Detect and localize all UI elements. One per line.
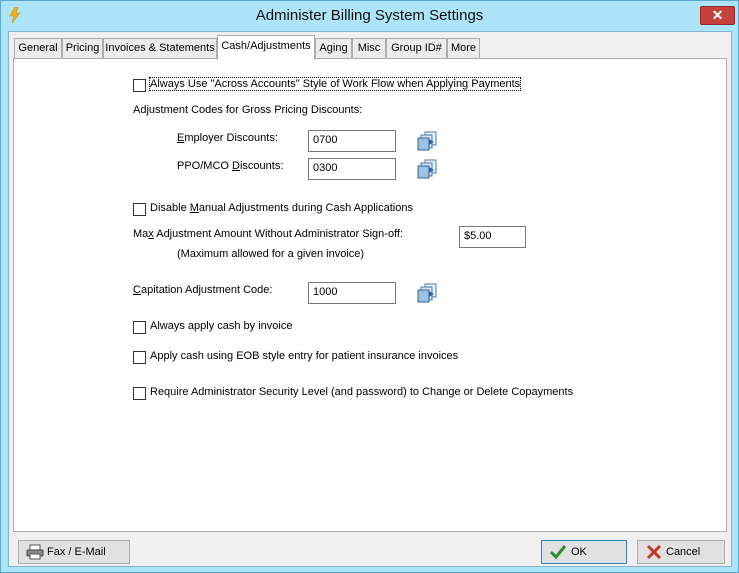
across-accounts-label[interactable]: Always Use "Across Accounts" Style of Wo… [148,77,522,91]
ppo-discounts-input[interactable]: 0300 [308,158,396,180]
lookup-icon[interactable] [417,130,439,152]
disable-manual-label[interactable]: Disable Manual Adjustments during Cash A… [150,202,413,214]
lookup-icon[interactable] [417,282,439,304]
ok-label: OK [571,546,587,558]
tab-general[interactable]: General [14,38,62,59]
apply-by-invoice-label[interactable]: Always apply cash by invoice [150,320,292,332]
printer-icon [26,544,44,560]
across-accounts-checkbox[interactable] [133,79,146,92]
capitation-label: Capitation Adjustment Code: [133,284,273,296]
tab-invoices-statements[interactable]: Invoices & Statements [103,38,217,59]
apply-by-invoice-checkbox[interactable] [133,321,146,334]
ppo-discounts-label: PPO/MCO Discounts: [177,160,284,172]
ok-button[interactable]: OK [541,540,627,564]
tab-pricing[interactable]: Pricing [62,38,103,59]
eob-entry-checkbox[interactable] [133,351,146,364]
cancel-button[interactable]: Cancel [637,540,725,564]
tab-cash-adjustments[interactable]: Cash/Adjustments [217,35,315,60]
cancel-label: Cancel [666,546,701,558]
tab-more[interactable]: More [447,38,480,59]
checkmark-icon [549,545,567,560]
cash-adjustments-panel: Always Use "Across Accounts" Style of Wo… [13,58,727,532]
employer-discounts-label: Employer Discounts: [177,132,278,144]
require-admin-label[interactable]: Require Administrator Security Level (an… [150,386,573,398]
eob-entry-label[interactable]: Apply cash using EOB style entry for pat… [150,350,458,362]
employer-discounts-input[interactable]: 0700 [308,130,396,152]
disable-manual-checkbox[interactable] [133,203,146,216]
fax-email-label: Fax / E-Mail [47,546,106,558]
cancel-x-icon [646,544,662,560]
fax-email-button[interactable]: Fax / E-Mail [18,540,130,564]
dialog-client-area: General Pricing Invoices & Statements Ca… [8,31,732,567]
tab-misc[interactable]: Misc [352,38,386,59]
tab-aging[interactable]: Aging [315,38,352,59]
max-adjustment-note: (Maximum allowed for a given invoice) [177,248,365,260]
window-title: Administer Billing System Settings [255,7,484,24]
tab-group-id[interactable]: Group ID# [386,38,447,59]
max-adjustment-input[interactable]: $5.00 [459,226,526,248]
dialog-window: Administer Billing System Settings ✕ Gen… [0,0,739,573]
title-bar[interactable]: Administer Billing System Settings ✕ [1,1,738,31]
close-button[interactable]: ✕ [700,6,735,25]
max-adjustment-label: Max Adjustment Amount Without Administra… [133,228,404,240]
require-admin-checkbox[interactable] [133,387,146,400]
capitation-input[interactable]: 1000 [308,282,396,304]
gross-pricing-heading: Adjustment Codes for Gross Pricing Disco… [133,104,363,116]
lookup-icon[interactable] [417,158,439,180]
